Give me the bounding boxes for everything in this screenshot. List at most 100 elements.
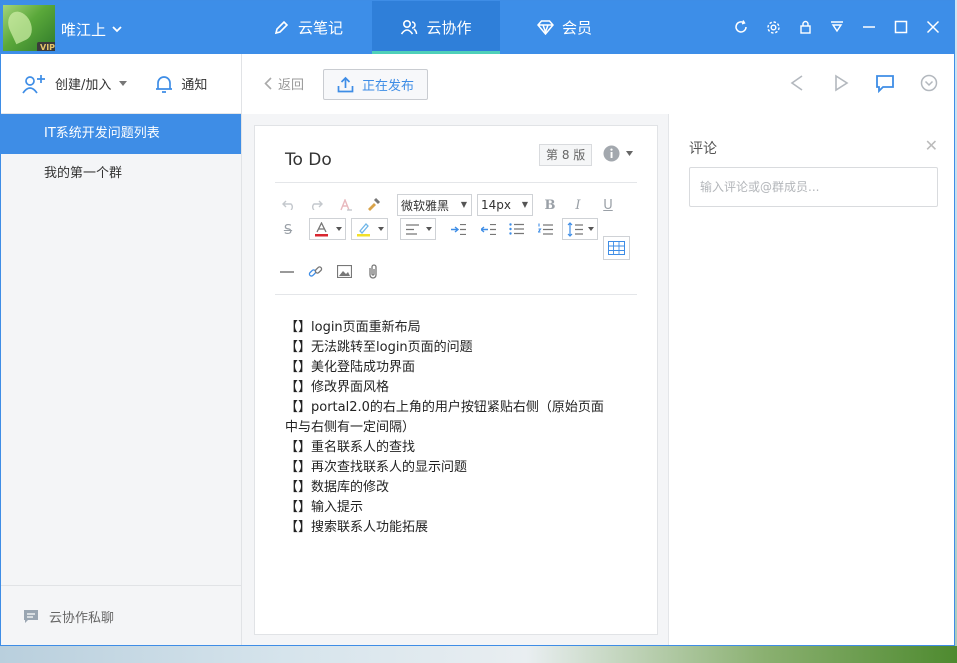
title-bar: VIP 唯江上 云笔记 云协作 会员	[1, 1, 954, 54]
bold-icon[interactable]: B	[542, 196, 558, 214]
indent-icon[interactable]	[449, 221, 467, 237]
username: 唯江上	[61, 21, 107, 39]
create-join-button[interactable]: 创建/加入	[21, 73, 128, 95]
desktop-background	[0, 646, 957, 663]
todo-line: 【】数据库的修改	[285, 480, 390, 495]
line-height-icon	[567, 222, 583, 237]
caret-down-icon	[426, 227, 432, 231]
horizontal-rule-icon[interactable]	[279, 264, 295, 280]
window-controls	[732, 18, 942, 36]
tab-member[interactable]: 会员	[523, 1, 606, 54]
private-chat-button[interactable]: 云协作私聊	[1, 585, 241, 645]
play-icon[interactable]	[830, 72, 852, 94]
todo-line: 【】修改界面风格	[285, 380, 390, 395]
version-badge[interactable]: 第 8 版	[539, 144, 593, 166]
chevron-down-icon	[112, 26, 122, 33]
maximize-icon[interactable]	[892, 18, 910, 36]
todo-line: 【】再次查找联系人的显示问题	[285, 460, 468, 475]
todo-line: 【】美化登陆成功界面	[285, 360, 416, 375]
font-size-select[interactable]: 14px ▼	[477, 194, 533, 216]
back-label: 返回	[278, 78, 305, 93]
diamond-icon	[537, 20, 554, 35]
comment-icon[interactable]	[874, 72, 896, 94]
avatar[interactable]: VIP	[3, 5, 55, 51]
link-icon[interactable]	[307, 263, 323, 279]
close-icon[interactable]	[924, 18, 942, 36]
redo-icon[interactable]	[307, 196, 325, 214]
doc-actions	[786, 72, 940, 94]
font-family-select[interactable]: 微软雅黑 ▼	[397, 194, 472, 216]
numbered-list-icon[interactable]	[536, 221, 554, 237]
document-body[interactable]: 【】login页面重新布局 【】无法跳转至login页面的问题 【】美化登陆成功…	[285, 318, 615, 538]
share-icon[interactable]	[786, 72, 808, 94]
minimize-icon[interactable]	[860, 18, 878, 36]
caret-down-icon: ▼	[460, 200, 467, 209]
todo-line: 【】无法跳转至login页面的问题	[285, 340, 473, 355]
group-item-first[interactable]: 我的第一个群	[1, 154, 241, 194]
tab-notes[interactable]: 云笔记	[259, 1, 357, 54]
pencil-icon	[274, 20, 289, 35]
highlight-color-picker[interactable]	[351, 218, 388, 240]
caret-down-icon	[378, 227, 384, 231]
divider	[275, 294, 637, 295]
sidebar: 创建/加入 通知 IT系统开发问题列表 我的第一个群 云协作私聊	[1, 54, 242, 645]
comment-input[interactable]	[689, 167, 938, 207]
outdent-icon[interactable]	[479, 221, 497, 237]
create-join-label: 创建/加入	[55, 78, 112, 93]
sidebar-actions: 创建/加入 通知	[1, 54, 241, 114]
tab-notes-label: 云笔记	[298, 19, 344, 37]
notify-button[interactable]: 通知	[155, 74, 207, 94]
highlight-icon	[357, 223, 370, 237]
todo-line: 【】portal2.0的右上角的用户按钮紧贴右侧（原始页面中与右侧有一定间隔）	[285, 400, 604, 435]
user-menu[interactable]: 唯江上	[61, 19, 122, 40]
app-window: VIP 唯江上 云笔记 云协作 会员 创建/加入 通知 IT系统开发问题列表 我…	[0, 0, 955, 646]
font-color-icon	[315, 222, 328, 237]
chevron-left-icon	[264, 77, 272, 90]
font-size-value: 14px	[481, 198, 511, 212]
tab-collab-label: 云协作	[426, 19, 472, 37]
users-icon	[401, 19, 418, 35]
format-painter-icon[interactable]	[365, 195, 383, 213]
back-button[interactable]: 返回	[264, 74, 304, 93]
font-color-picker[interactable]	[309, 218, 346, 240]
close-icon[interactable]: ✕	[925, 136, 938, 155]
bell-icon	[156, 75, 173, 93]
todo-line: 【】重名联系人的查找	[285, 440, 416, 455]
clear-format-icon[interactable]	[336, 196, 354, 214]
private-chat-label: 云协作私聊	[49, 611, 115, 626]
align-select[interactable]	[400, 218, 436, 240]
lock-icon[interactable]	[796, 18, 814, 36]
line-height-select[interactable]	[562, 218, 598, 240]
tab-collab[interactable]: 云协作	[372, 1, 500, 54]
chat-icon	[24, 610, 38, 623]
publish-button[interactable]: 正在发布	[323, 69, 428, 100]
caret-down-icon	[588, 227, 594, 231]
add-user-icon	[22, 74, 45, 94]
gear-icon[interactable]	[764, 18, 782, 36]
more-icon[interactable]	[918, 72, 940, 94]
notify-label: 通知	[181, 78, 208, 93]
italic-icon[interactable]: I	[570, 196, 586, 214]
underline-icon[interactable]: U	[600, 196, 616, 214]
undo-icon[interactable]	[280, 196, 298, 214]
caret-down-icon	[119, 81, 128, 86]
todo-line: 【】输入提示	[285, 500, 364, 515]
bullet-list-icon[interactable]	[507, 221, 525, 237]
refresh-icon[interactable]	[732, 18, 750, 36]
caret-down-icon	[336, 227, 342, 231]
skin-icon[interactable]	[828, 18, 846, 36]
publish-label: 正在发布	[361, 79, 414, 94]
info-menu[interactable]	[603, 145, 633, 162]
image-icon[interactable]	[336, 263, 352, 279]
todo-line: 【】login页面重新布局	[285, 320, 421, 335]
comments-panel: 评论 ✕	[668, 114, 954, 645]
main-toolbar: 返回 正在发布	[242, 54, 954, 114]
font-family-value: 微软雅黑	[401, 198, 450, 213]
group-item-it[interactable]: IT系统开发问题列表	[1, 114, 241, 154]
document-title[interactable]: To Do	[285, 150, 332, 170]
attachment-icon[interactable]	[365, 263, 381, 279]
comments-title: 评论	[689, 141, 717, 157]
table-icon[interactable]	[603, 236, 630, 260]
strikethrough-icon[interactable]: S	[280, 221, 296, 239]
todo-line: 【】搜索联系人功能拓展	[285, 520, 429, 535]
